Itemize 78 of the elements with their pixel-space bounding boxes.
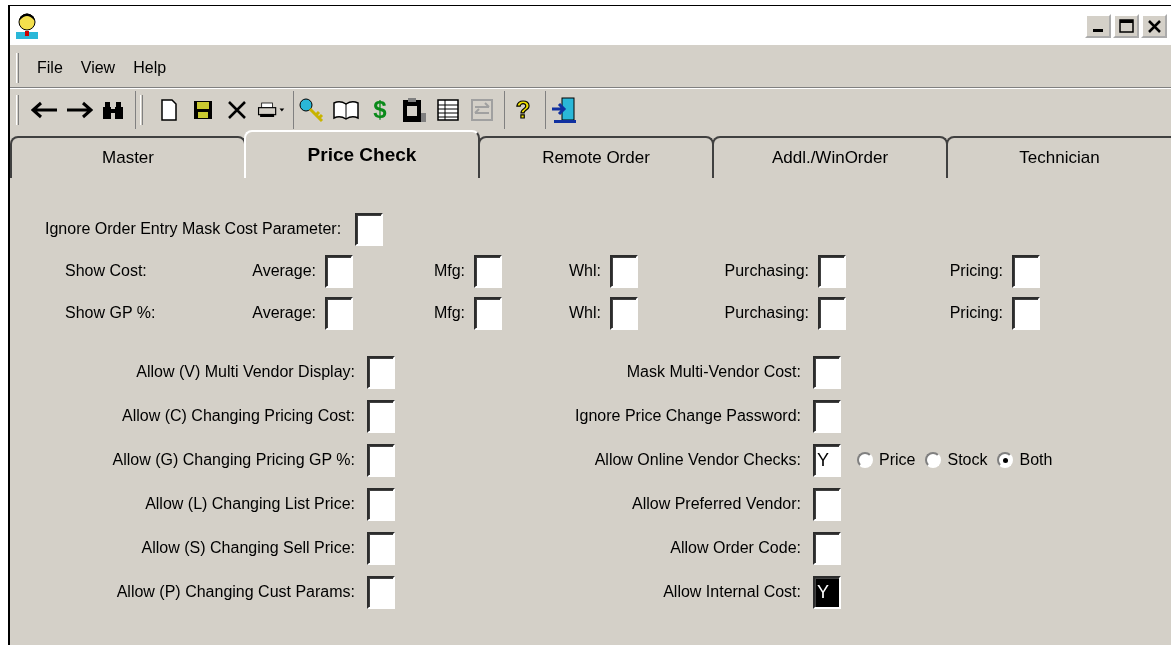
- menu-item[interactable]: File: [31, 53, 69, 82]
- field-label: Average:: [252, 303, 316, 323]
- field-label: Allow Preferred Vendor:: [631, 494, 801, 514]
- row-label: Show Cost:: [65, 261, 147, 281]
- input-field[interactable]: [818, 254, 846, 288]
- input-field[interactable]: [367, 399, 395, 433]
- field-label: Allow (G) Changing Pricing GP %:: [111, 450, 355, 470]
- field-label: Pricing:: [949, 303, 1003, 323]
- minimize-icon: [1093, 29, 1103, 32]
- input-field[interactable]: [367, 355, 395, 389]
- field-label: Allow Order Code:: [669, 538, 801, 558]
- field-label: Mfg:: [433, 261, 465, 281]
- radio-button[interactable]: [925, 452, 942, 468]
- input-field[interactable]: [367, 443, 395, 477]
- clipboard-icon[interactable]: [401, 96, 427, 123]
- radio-button[interactable]: [997, 452, 1014, 468]
- radio-label[interactable]: Both: [1019, 448, 1053, 472]
- table-icon[interactable]: [436, 97, 460, 122]
- close-icon: [1145, 17, 1163, 34]
- field-label: Purchasing:: [724, 303, 809, 323]
- field-label: Pricing:: [949, 261, 1003, 281]
- field-label: Whl:: [569, 303, 601, 323]
- input-field[interactable]: [367, 531, 395, 565]
- input-field[interactable]: [813, 487, 841, 521]
- delete-icon[interactable]: [226, 98, 248, 121]
- close-button[interactable]: [1141, 13, 1167, 38]
- tab[interactable]: Price Check: [244, 130, 480, 178]
- input-field[interactable]: [367, 487, 395, 521]
- field-label: Allow (V) Multi Vendor Display:: [135, 362, 355, 382]
- back-arrow-icon[interactable]: [31, 99, 59, 120]
- radio-button[interactable]: [857, 452, 873, 468]
- menu-item[interactable]: View: [74, 53, 122, 82]
- input-field[interactable]: [367, 575, 395, 609]
- field-label: Allow (L) Changing List Price:: [144, 494, 355, 514]
- field-label: Mask Multi-Vendor Cost:: [625, 362, 801, 382]
- menu-item[interactable]: Help: [127, 53, 173, 82]
- input-field[interactable]: Y: [813, 443, 841, 477]
- row-label: Show GP %:: [65, 303, 156, 323]
- input-field[interactable]: [813, 531, 841, 565]
- input-field[interactable]: [325, 296, 353, 330]
- input-field[interactable]: Y: [813, 575, 841, 609]
- field-label: Purchasing:: [724, 261, 809, 281]
- field-label: Allow Online Vendor Checks:: [593, 450, 801, 470]
- book-icon[interactable]: [332, 98, 360, 121]
- radio-label[interactable]: Stock: [947, 448, 988, 472]
- radio-label[interactable]: Price: [879, 448, 916, 472]
- input-field[interactable]: [325, 254, 353, 288]
- new-document-icon[interactable]: [159, 97, 179, 122]
- minimize-button[interactable]: [1085, 13, 1111, 38]
- input-field[interactable]: [1012, 254, 1040, 288]
- field-label: Allow (C) Changing Pricing Cost:: [121, 406, 355, 426]
- input-field[interactable]: [813, 399, 841, 433]
- field-label: Whl:: [569, 261, 601, 281]
- key-icon[interactable]: [298, 96, 326, 123]
- exit-door-icon[interactable]: [550, 95, 578, 124]
- person-icon: [14, 11, 40, 40]
- input-field[interactable]: [610, 254, 638, 288]
- save-icon[interactable]: [192, 98, 214, 121]
- input-field[interactable]: [813, 355, 841, 389]
- transfer-icon: [470, 97, 494, 122]
- input-field[interactable]: [474, 254, 502, 288]
- field-label: Average:: [252, 261, 316, 281]
- input-field[interactable]: [474, 296, 502, 330]
- field-label: Allow (S) Changing Sell Price:: [140, 538, 355, 558]
- field-label: Allow (P) Changing Cust Params:: [115, 582, 355, 602]
- maximize-button[interactable]: [1113, 13, 1139, 38]
- input-field[interactable]: [818, 296, 846, 330]
- input-field[interactable]: [1012, 296, 1040, 330]
- input-field[interactable]: [610, 296, 638, 330]
- maximize-icon: [1117, 17, 1135, 34]
- tab[interactable]: Master: [10, 136, 246, 178]
- field-label: Mfg:: [433, 303, 465, 323]
- field-label: Ignore Price Change Password:: [574, 406, 801, 426]
- binoculars-icon[interactable]: [101, 99, 125, 120]
- forward-arrow-icon[interactable]: [65, 99, 93, 120]
- field-label: Allow Internal Cost:: [662, 582, 801, 602]
- field-label: Ignore Order Entry Mask Cost Parameter:: [44, 219, 342, 239]
- input-field[interactable]: [355, 212, 384, 246]
